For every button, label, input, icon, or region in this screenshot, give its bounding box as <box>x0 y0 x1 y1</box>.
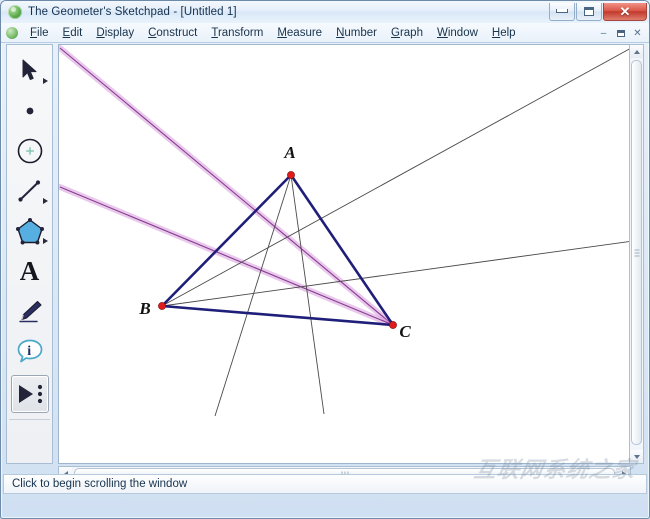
point-tool[interactable] <box>8 91 51 131</box>
text-tool[interactable]: A <box>8 251 51 291</box>
point-C[interactable] <box>389 321 397 329</box>
marker-tool[interactable] <box>8 291 51 331</box>
menu-mnemonic: M <box>277 26 287 39</box>
menu-mnemonic: T <box>211 26 218 39</box>
mdi-restore-button[interactable] <box>613 26 628 40</box>
status-bar: Click to begin scrolling the window <box>3 474 647 494</box>
sketch-drawing[interactable]: A B C <box>59 45 630 463</box>
arrow-cursor-icon <box>22 59 36 81</box>
arrow-tool-flyout-arrow-icon[interactable] <box>43 78 48 84</box>
point-A[interactable] <box>287 171 295 179</box>
menu-mnemonic: H <box>491 26 501 39</box>
minimize-button[interactable] <box>549 2 575 21</box>
scroll-up-button[interactable] <box>630 45 643 58</box>
sketchpad-window: The Geometer's Sketchpad - [Untitled 1] … <box>0 0 650 519</box>
vertical-scrollbar[interactable] <box>629 44 644 464</box>
menu-label-rest: isplay <box>104 26 135 39</box>
compass-tool[interactable] <box>8 131 51 171</box>
window-controls: ✕ <box>548 2 647 21</box>
straightedge-tool-flyout-arrow-icon[interactable] <box>43 198 48 204</box>
menu-label-rest: ransform <box>217 26 264 39</box>
vertical-scroll-thumb[interactable] <box>631 60 642 445</box>
mdi-minimize-button[interactable]: – <box>596 26 611 40</box>
menu-label-rest: umber <box>344 26 377 39</box>
menu-item-construct[interactable]: Construct <box>141 25 204 41</box>
scroll-grip-icon <box>634 249 639 256</box>
scroll-down-button[interactable] <box>630 450 643 463</box>
client-area: A i A B C <box>3 44 647 481</box>
menu-label-rest: easure <box>286 26 323 39</box>
menu-mnemonic: D <box>96 26 105 39</box>
compass-circle-icon <box>17 138 42 164</box>
title-bar[interactable]: The Geometer's Sketchpad - [Untitled 1] … <box>1 1 649 23</box>
menu-mnemonic: W <box>436 26 448 39</box>
menu-item-file[interactable]: File <box>23 25 56 41</box>
document-icon[interactable] <box>6 26 18 39</box>
menu-mnemonic: G <box>391 26 400 39</box>
close-button[interactable]: ✕ <box>603 2 647 21</box>
menu-item-edit[interactable]: Edit <box>56 25 90 41</box>
menu-label-rest: dit <box>70 26 83 39</box>
information-balloon-icon: i <box>17 339 42 363</box>
polygon-tool[interactable] <box>8 211 51 251</box>
menu-label-rest: raph <box>399 26 423 39</box>
polygon-icon <box>15 218 44 245</box>
svg-text:i: i <box>27 344 31 359</box>
mdi-controls: – ✕ <box>596 26 645 40</box>
chevron-up-icon <box>633 49 640 54</box>
point-label-C[interactable]: C <box>399 322 411 341</box>
information-tool[interactable]: i <box>8 331 51 371</box>
point-icon <box>26 107 33 115</box>
mdi-close-button[interactable]: ✕ <box>630 26 645 40</box>
menu-label-rest: indow <box>447 26 478 39</box>
menu-bar: File Edit Display Construct Transform Me… <box>1 23 649 43</box>
maximize-icon <box>584 6 594 16</box>
chevron-down-icon <box>633 454 640 459</box>
sketchpad-icon <box>8 5 22 19</box>
menu-item-window[interactable]: Window <box>430 25 485 41</box>
menu-label-rest: elp <box>500 26 516 39</box>
menu-item-help[interactable]: Help <box>485 25 523 41</box>
tool-palette: A i <box>6 44 53 464</box>
menu-item-measure[interactable]: Measure <box>270 25 329 41</box>
custom-tool-icon <box>18 384 42 404</box>
menu-item-graph[interactable]: Graph <box>384 25 430 41</box>
menu-item-transform[interactable]: Transform <box>204 25 270 41</box>
menu-item-number[interactable]: Number <box>329 25 384 41</box>
tool-palette-separator <box>9 419 50 420</box>
window-title: The Geometer's Sketchpad - [Untitled 1] <box>28 6 237 18</box>
arrow-select-tool[interactable] <box>8 51 51 91</box>
custom-tool[interactable] <box>10 375 49 413</box>
point-label-B[interactable]: B <box>138 299 150 318</box>
menu-mnemonic: F <box>30 26 38 39</box>
polygon-tool-flyout-arrow-icon[interactable] <box>43 238 48 244</box>
point-B[interactable] <box>158 302 166 310</box>
maximize-button[interactable] <box>576 2 602 21</box>
menu-label-rest: onstruct <box>156 26 198 39</box>
status-message: Click to begin scrolling the window <box>12 478 188 490</box>
sketch-canvas[interactable]: A B C <box>58 44 631 464</box>
close-icon: ✕ <box>619 3 631 19</box>
point-label-A[interactable]: A <box>283 143 295 162</box>
restore-icon <box>616 29 625 37</box>
minimize-icon <box>556 9 568 13</box>
marker-pen-icon <box>18 300 42 323</box>
menu-item-display[interactable]: Display <box>89 25 141 41</box>
straightedge-segment-icon <box>17 180 40 202</box>
menu-label-rest: ile <box>37 26 49 39</box>
straightedge-tool[interactable] <box>8 171 51 211</box>
text-A-icon: A <box>19 255 40 286</box>
